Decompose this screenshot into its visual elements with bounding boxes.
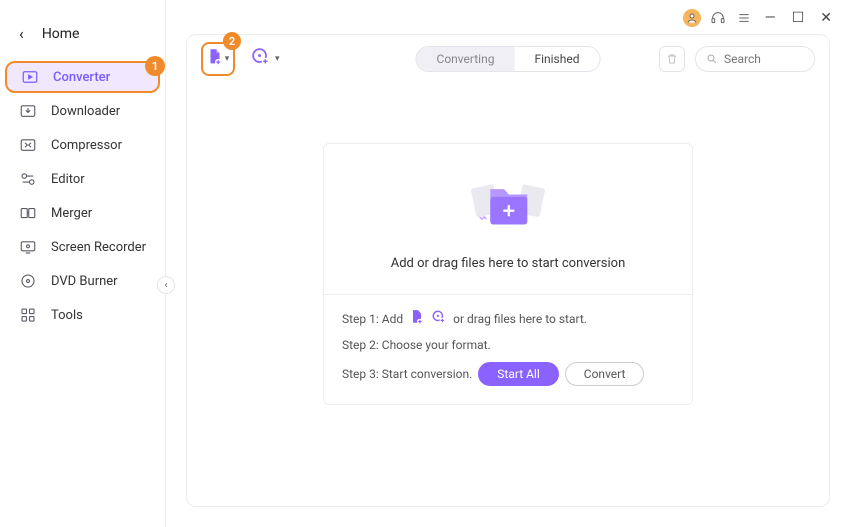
chevron-left-icon: ‹ — [19, 24, 24, 43]
editor-icon — [19, 170, 37, 188]
titlebar: — ☐ ✕ — [166, 0, 850, 30]
sidebar-item-label: Editor — [51, 172, 85, 187]
sidebar-item-label: Converter — [53, 70, 110, 85]
window-maximize-button[interactable]: ☐ — [788, 10, 809, 26]
sidebar-item-dvd-burner[interactable]: DVD Burner — [5, 265, 160, 297]
sidebar-item-screen-recorder[interactable]: Screen Recorder — [5, 231, 160, 263]
sidebar-item-compressor[interactable]: Compressor — [5, 129, 160, 161]
trash-button[interactable] — [659, 46, 685, 72]
window-close-button[interactable]: ✕ — [816, 10, 836, 26]
user-avatar-icon[interactable] — [683, 9, 701, 27]
disc-plus-icon — [251, 47, 271, 71]
sidebar-item-label: DVD Burner — [51, 274, 118, 289]
callout-1-badge: 1 — [145, 56, 165, 76]
step-1-post: or drag files here to start. — [453, 312, 587, 326]
sidebar-item-tools[interactable]: Tools — [5, 299, 160, 331]
tab-converting[interactable]: Converting — [417, 47, 515, 71]
sidebar-item-label: Tools — [51, 308, 83, 323]
sidebar-item-editor[interactable]: Editor — [5, 163, 160, 195]
sidebar-item-label: Merger — [51, 206, 92, 221]
drop-zone[interactable]: Add or drag files here to start conversi… — [324, 144, 692, 294]
menu-icon[interactable] — [735, 9, 753, 27]
file-plus-icon[interactable] — [409, 309, 425, 328]
sidebar-item-downloader[interactable]: Downloader — [5, 95, 160, 127]
search-icon — [706, 50, 718, 69]
convert-button[interactable]: Convert — [565, 362, 645, 386]
collapse-sidebar-handle[interactable]: ‹ — [157, 276, 175, 294]
drop-caption: Add or drag files here to start conversi… — [391, 256, 626, 271]
tools-icon — [19, 306, 37, 324]
step-1-pre: Step 1: Add — [342, 312, 403, 326]
merger-icon — [19, 204, 37, 222]
add-file-group: ▾ 2 — [201, 42, 235, 76]
file-plus-icon — [207, 48, 223, 70]
search-input[interactable] — [724, 52, 804, 66]
back-home-row[interactable]: ‹ Home — [5, 24, 160, 43]
step-2-text: Step 2: Choose your format. — [342, 338, 491, 352]
step-3-text: Step 3: Start conversion. — [342, 367, 472, 381]
content-card: ▾ 2 ▾ Converting Finished — [186, 34, 830, 507]
compressor-icon — [19, 136, 37, 154]
download-icon — [19, 102, 37, 120]
step-2-row: Step 2: Choose your format. — [342, 338, 674, 352]
nav-list: Converter 1 Downloader Compressor Ed — [5, 61, 160, 331]
sidebar-item-label: Downloader — [51, 104, 120, 119]
callout-2-badge: 2 — [223, 32, 241, 50]
main-area: — ☐ ✕ ▾ 2 ▾ — [166, 0, 850, 527]
support-headset-icon[interactable] — [709, 9, 727, 27]
chevron-down-icon: ▾ — [275, 54, 280, 64]
sidebar-item-label: Screen Recorder — [51, 240, 146, 255]
step-1-row: Step 1: Add or drag files here to start. — [342, 309, 674, 328]
drop-panel: Add or drag files here to start conversi… — [323, 143, 693, 405]
tab-finished[interactable]: Finished — [514, 47, 599, 71]
sidebar-item-converter[interactable]: Converter 1 — [5, 61, 160, 93]
window-minimize-button[interactable]: — — [761, 10, 780, 26]
sidebar-item-merger[interactable]: Merger — [5, 197, 160, 229]
step-3-row: Step 3: Start conversion. Start All Conv… — [342, 362, 674, 386]
status-tabs: Converting Finished — [416, 46, 601, 72]
converter-icon — [21, 68, 39, 86]
sidebar-item-label: Compressor — [51, 138, 122, 153]
chevron-down-icon: ▾ — [225, 54, 230, 64]
start-all-button[interactable]: Start All — [478, 362, 559, 386]
screen-recorder-icon — [19, 238, 37, 256]
disc-plus-icon[interactable] — [431, 309, 447, 328]
sidebar: ‹ Home Converter 1 Downloader — [0, 0, 166, 527]
dvd-icon — [19, 272, 37, 290]
toolbar: ▾ 2 ▾ Converting Finished — [187, 35, 829, 83]
add-disc-button[interactable]: ▾ — [251, 47, 280, 71]
app-root: ‹ Home Converter 1 Downloader — [0, 0, 850, 527]
steps-panel: Step 1: Add or drag files here to start.… — [324, 294, 692, 404]
toolbar-right — [659, 46, 815, 72]
search-box[interactable] — [695, 46, 815, 72]
folder-plus-icon — [458, 168, 558, 238]
home-label: Home — [42, 26, 80, 42]
